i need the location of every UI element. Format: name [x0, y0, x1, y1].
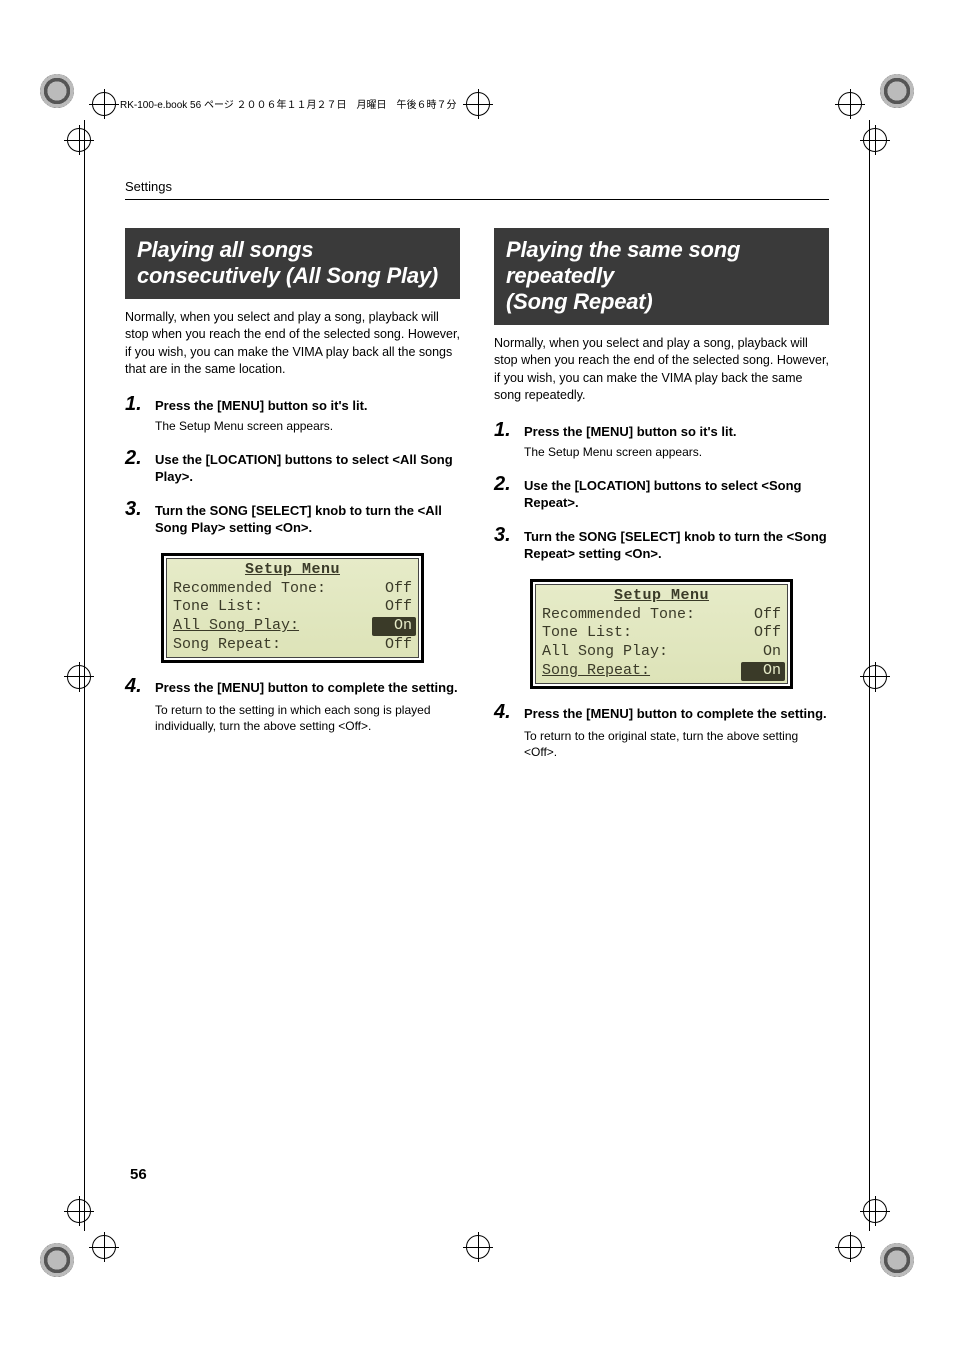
lcd-title: Setup Menu	[173, 561, 412, 580]
step-extra-text: To return to the original state, turn th…	[524, 728, 829, 760]
step-2: 2. Use the [LOCATION] buttons to select …	[494, 473, 829, 512]
registration-mark-icon	[863, 128, 887, 152]
registration-mark-icon	[92, 92, 116, 116]
registration-mark-icon	[67, 1199, 91, 1223]
registration-mark-icon	[466, 92, 490, 116]
lcd-value: Off	[376, 636, 412, 655]
step-extra-text: To return to the setting in which each s…	[155, 702, 460, 734]
step-title: Turn the SONG [SELECT] knob to turn the …	[524, 528, 829, 563]
step-number: 3.	[125, 498, 155, 521]
lcd-row: Tone List: Off	[173, 598, 412, 617]
step-title: Use the [LOCATION] buttons to select <Al…	[155, 451, 460, 486]
step-title: Press the [MENU] button to complete the …	[155, 679, 460, 697]
step-3: 3. Turn the SONG [SELECT] knob to turn t…	[494, 524, 829, 563]
lcd-value: Off	[745, 624, 781, 643]
lcd-label: Recommended Tone:	[173, 580, 326, 599]
step-title: Press the [MENU] button to complete the …	[524, 705, 829, 723]
print-header: RK-100-e.book 56 ページ ２００６年１１月２７日 月曜日 午後６…	[120, 96, 457, 111]
lcd-label: Tone List:	[542, 624, 632, 643]
two-column-layout: Playing all songs consecutively (All Son…	[125, 228, 829, 762]
lcd-label: Tone List:	[173, 598, 263, 617]
lcd-value: Off	[376, 580, 412, 599]
registration-mark-icon	[863, 665, 887, 689]
step-3: 3. Turn the SONG [SELECT] knob to turn t…	[125, 498, 460, 537]
registration-mark-icon	[67, 665, 91, 689]
step-title: Press the [MENU] button so it's lit.	[524, 423, 829, 441]
lcd-label: All Song Play:	[542, 643, 668, 662]
step-number: 2.	[125, 447, 155, 470]
lcd-value: On	[745, 643, 781, 662]
intro-text: Normally, when you select and play a son…	[494, 335, 829, 405]
registration-mark-icon	[838, 1235, 862, 1259]
lcd-value: Off	[745, 606, 781, 625]
lcd-label: Recommended Tone:	[542, 606, 695, 625]
heading-all-song-play: Playing all songs consecutively (All Son…	[125, 228, 460, 299]
step-subtext: The Setup Menu screen appears.	[524, 444, 829, 460]
crop-mark-icon	[40, 1243, 74, 1277]
step-number: 1.	[494, 419, 524, 442]
registration-mark-icon	[67, 128, 91, 152]
trim-line	[84, 120, 85, 1231]
lcd-row: Tone List: Off	[542, 624, 781, 643]
lcd-screenshot: Setup Menu Recommended Tone: Off Tone Li…	[161, 553, 424, 663]
crop-mark-icon	[40, 74, 74, 108]
lcd-value-selected: On	[741, 662, 785, 681]
registration-mark-icon	[863, 1199, 887, 1223]
trim-line	[869, 120, 870, 1231]
step-subtext: The Setup Menu screen appears.	[155, 418, 460, 434]
step-1: 1. Press the [MENU] button so it's lit. …	[125, 393, 460, 435]
column-left: Playing all songs consecutively (All Son…	[125, 228, 460, 762]
step-2: 2. Use the [LOCATION] buttons to select …	[125, 447, 460, 486]
intro-text: Normally, when you select and play a son…	[125, 309, 460, 379]
registration-mark-icon	[92, 1235, 116, 1259]
lcd-row: All Song Play: On	[542, 643, 781, 662]
crop-mark-icon	[880, 1243, 914, 1277]
lcd-row: Recommended Tone: Off	[173, 580, 412, 599]
step-4: 4. Press the [MENU] button to complete t…	[494, 701, 829, 761]
section-label: Settings	[125, 179, 829, 200]
crop-mark-icon	[880, 74, 914, 108]
page-content: Settings Playing all songs consecutively…	[125, 179, 829, 762]
step-title: Use the [LOCATION] buttons to select <So…	[524, 477, 829, 512]
page-number: 56	[130, 1166, 147, 1183]
lcd-screenshot: Setup Menu Recommended Tone: Off Tone Li…	[530, 579, 793, 689]
lcd-title: Setup Menu	[542, 587, 781, 606]
registration-mark-icon	[466, 1235, 490, 1259]
heading-song-repeat: Playing the same song repeatedly (Song R…	[494, 228, 829, 325]
registration-mark-icon	[838, 92, 862, 116]
lcd-value-selected: On	[372, 617, 416, 636]
step-number: 4.	[494, 701, 524, 724]
step-4: 4. Press the [MENU] button to complete t…	[125, 675, 460, 735]
lcd-label: All Song Play:	[173, 617, 299, 636]
step-number: 1.	[125, 393, 155, 416]
step-1: 1. Press the [MENU] button so it's lit. …	[494, 419, 829, 461]
lcd-row: Song Repeat: Off	[173, 636, 412, 655]
lcd-row: Recommended Tone: Off	[542, 606, 781, 625]
step-title: Press the [MENU] button so it's lit.	[155, 397, 460, 415]
lcd-row-highlighted: Song Repeat: On	[542, 662, 781, 681]
lcd-label: Song Repeat:	[173, 636, 281, 655]
lcd-label: Song Repeat:	[542, 662, 650, 681]
step-number: 4.	[125, 675, 155, 698]
column-right: Playing the same song repeatedly (Song R…	[494, 228, 829, 762]
lcd-row-highlighted: All Song Play: On	[173, 617, 412, 636]
lcd-value: Off	[376, 598, 412, 617]
step-number: 2.	[494, 473, 524, 496]
step-title: Turn the SONG [SELECT] knob to turn the …	[155, 502, 460, 537]
step-number: 3.	[494, 524, 524, 547]
